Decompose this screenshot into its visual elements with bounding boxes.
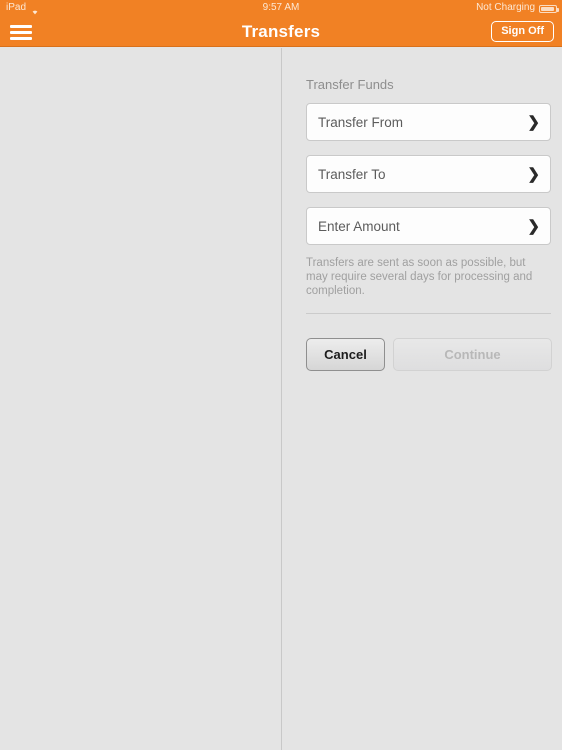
field-label: Transfer To [318, 167, 386, 182]
chevron-right-icon: ❯ [527, 166, 540, 183]
transfer-disclaimer-text: Transfers are sent as soon as possible, … [306, 257, 533, 297]
left-content-pane [0, 48, 282, 750]
navigation-bar: Transfers Sign Off [0, 16, 562, 47]
transfer-fields-list: Transfer From ❯ Transfer To ❯ Enter Amou… [306, 103, 551, 259]
field-enter-amount[interactable]: Enter Amount ❯ [306, 207, 551, 245]
app-root: iPad 9:57 AM Not Charging Transfers Sign… [0, 0, 562, 750]
field-transfer-to[interactable]: Transfer To ❯ [306, 155, 551, 193]
page-title: Transfers [241, 22, 321, 41]
battery-status-label: Not Charging [476, 2, 535, 13]
status-bar-right: Not Charging [476, 0, 559, 16]
section-title: Transfer Funds [306, 77, 394, 92]
sign-off-button[interactable]: Sign Off [491, 21, 554, 43]
field-label: Transfer From [318, 115, 404, 130]
cancel-button[interactable]: Cancel [306, 338, 385, 371]
status-bar: iPad 9:57 AM Not Charging [0, 0, 562, 16]
form-actions: Cancel Continue [306, 338, 552, 371]
section-divider [306, 313, 551, 314]
continue-button: Continue [393, 338, 552, 371]
field-label: Enter Amount [318, 219, 400, 234]
transfer-form-pane: Transfer Funds Transfer From ❯ Transfer … [283, 48, 562, 750]
field-transfer-from[interactable]: Transfer From ❯ [306, 103, 551, 141]
chevron-right-icon: ❯ [527, 218, 540, 235]
battery-icon [539, 5, 559, 13]
chevron-right-icon: ❯ [527, 114, 540, 131]
